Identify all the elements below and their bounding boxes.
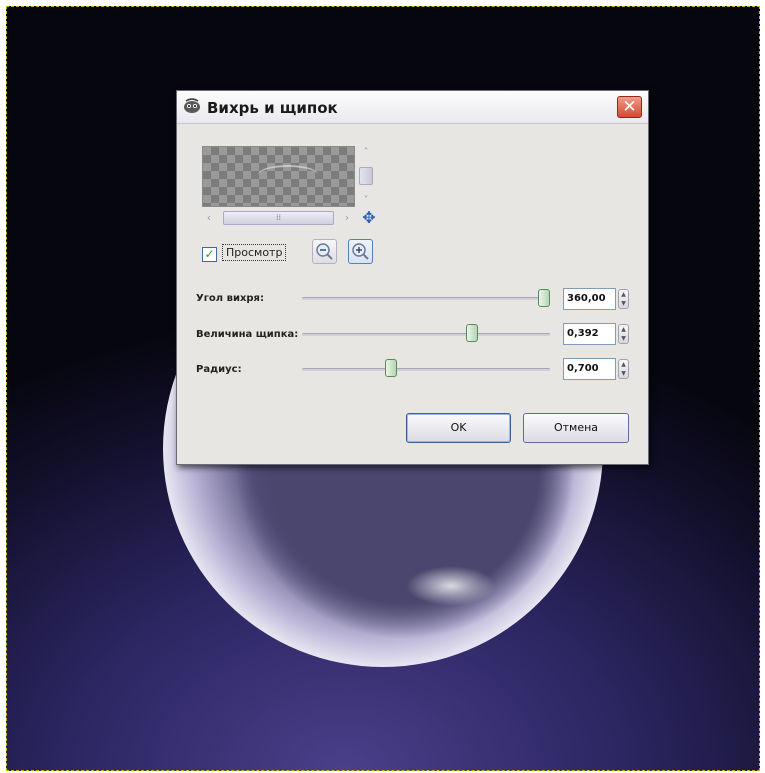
preview-checkbox-label[interactable]: Просмотр <box>222 244 287 261</box>
pinch-amount-slider[interactable] <box>466 324 479 342</box>
whirl-pinch-dialog: Вихрь и щипок ✕ ˄ ˅ ‹ ⁞⁞ › ✥ ✓ Просмотр … <box>176 90 649 465</box>
whirl-angle-spinner[interactable]: ▲ ▼ <box>618 289 629 309</box>
pinch-amount-track[interactable] <box>302 333 550 336</box>
spin-down-icon[interactable]: ▼ <box>621 300 626 307</box>
title-bar[interactable]: Вихрь и щипок ✕ <box>177 91 648 124</box>
whirl-angle-input[interactable]: 360,00 <box>563 288 616 310</box>
pinch-amount-input[interactable]: 0,392 <box>563 323 616 345</box>
radius-input[interactable]: 0,700 <box>563 358 616 380</box>
preview-hscrollbar[interactable]: ‹ ⁞⁞ › <box>202 210 354 226</box>
ok-button[interactable]: OK <box>406 413 511 443</box>
spin-down-icon[interactable]: ▼ <box>621 370 626 377</box>
zoom-out-button[interactable] <box>312 239 337 264</box>
preview-vscrollbar[interactable]: ˄ ˅ <box>358 146 374 208</box>
scroll-up-icon[interactable]: ˄ <box>358 146 374 160</box>
scroll-left-icon[interactable]: ‹ <box>202 210 216 226</box>
scroll-right-icon[interactable]: › <box>340 210 354 226</box>
hscroll-thumb[interactable]: ⁞⁞ <box>223 211 334 225</box>
radius-spinner[interactable]: ▲ ▼ <box>618 359 629 379</box>
whirl-angle-track[interactable] <box>302 297 550 300</box>
zoom-in-button[interactable] <box>348 239 373 264</box>
sphere-highlight <box>406 566 496 606</box>
radius-label: Радиус: <box>196 364 242 375</box>
pinch-amount-label: Величина щипка: <box>196 329 299 340</box>
close-button[interactable]: ✕ <box>617 96 642 118</box>
preview-image[interactable] <box>202 146 355 207</box>
zoom-out-icon <box>316 243 333 260</box>
vscroll-thumb[interactable] <box>359 167 373 185</box>
radius-slider[interactable] <box>384 359 397 377</box>
spin-up-icon[interactable]: ▲ <box>621 326 626 333</box>
dialog-title: Вихрь и щипок <box>207 99 338 117</box>
scroll-down-icon[interactable]: ˅ <box>358 194 374 208</box>
preview-checkbox[interactable]: ✓ <box>202 247 217 262</box>
spin-up-icon[interactable]: ▲ <box>621 361 626 368</box>
whirl-angle-slider[interactable] <box>538 289 550 307</box>
cancel-button[interactable]: Отмена <box>523 413 629 443</box>
spin-up-icon[interactable]: ▲ <box>621 291 626 298</box>
whirl-angle-label: Угол вихря: <box>196 293 264 304</box>
radius-track[interactable] <box>302 368 550 371</box>
preview-swirl <box>258 165 318 185</box>
gimp-icon <box>184 98 200 113</box>
zoom-in-icon <box>352 243 369 260</box>
pinch-amount-spinner[interactable]: ▲ ▼ <box>618 324 629 344</box>
spin-down-icon[interactable]: ▼ <box>621 335 626 342</box>
navigate-icon[interactable]: ✥ <box>360 209 378 227</box>
